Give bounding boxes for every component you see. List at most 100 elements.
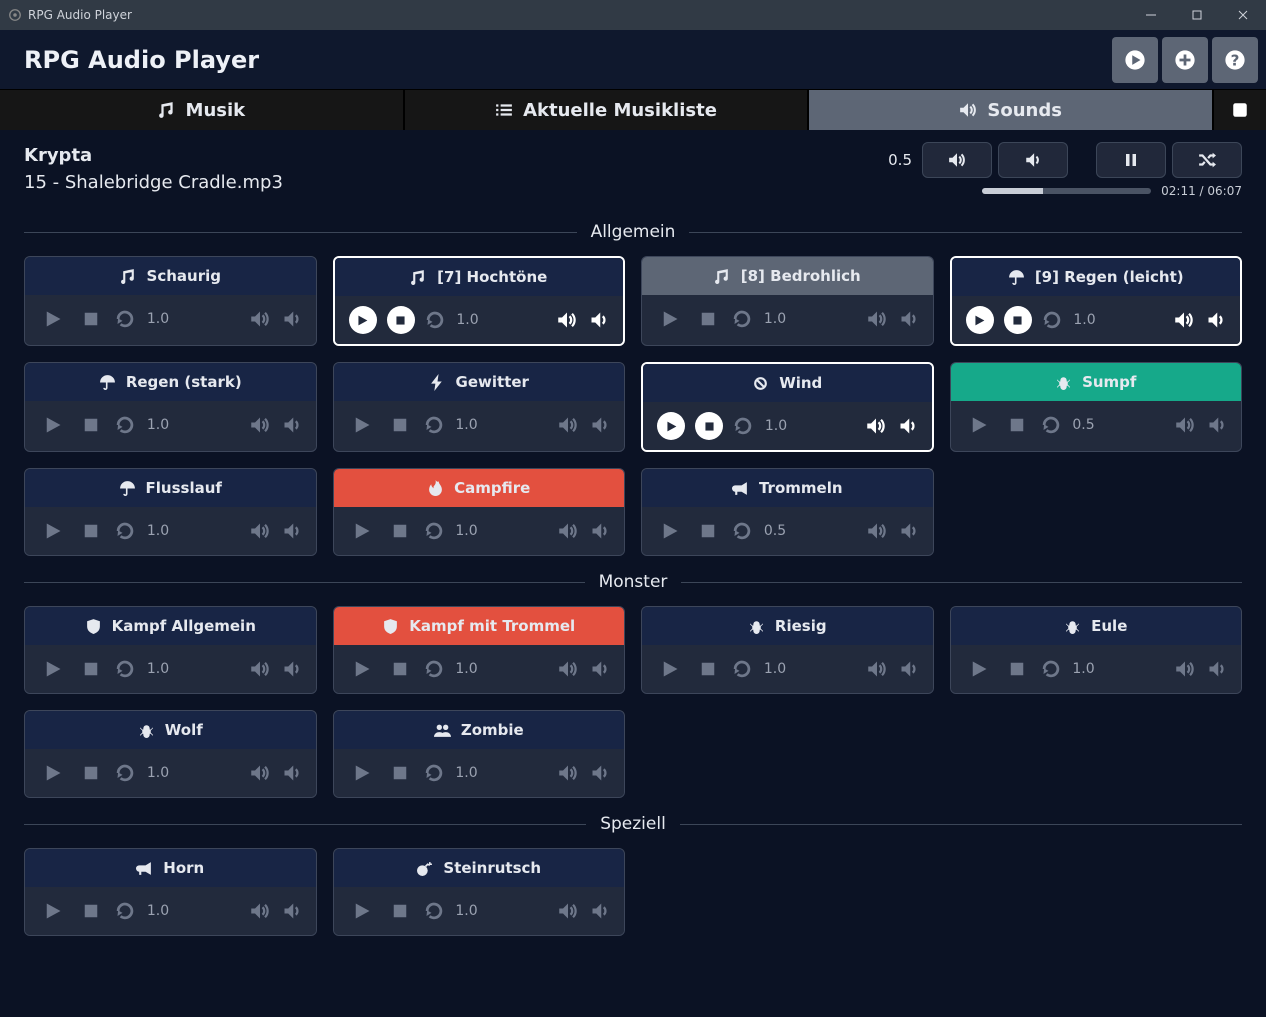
card-loop-button[interactable] <box>424 901 444 921</box>
card-play-button[interactable] <box>348 517 376 545</box>
card-play-button[interactable] <box>965 655 993 683</box>
card-loop-button[interactable] <box>424 763 444 783</box>
card-play-button[interactable] <box>656 517 684 545</box>
card-volume-up-button[interactable] <box>558 415 578 435</box>
card-volume-up-button[interactable] <box>1175 415 1195 435</box>
sound-card-header[interactable]: Kampf Allgemein <box>25 607 316 645</box>
sound-card-header[interactable]: [7] Hochtöne <box>335 258 624 296</box>
tab-playlist[interactable]: Aktuelle Musikliste <box>405 90 810 130</box>
card-volume-up-button[interactable] <box>557 310 577 330</box>
card-volume-up-button[interactable] <box>1174 310 1194 330</box>
card-play-button[interactable] <box>965 411 993 439</box>
sound-card-header[interactable]: Campfire <box>334 469 625 507</box>
card-loop-button[interactable] <box>424 659 444 679</box>
card-play-button[interactable] <box>349 306 377 334</box>
card-stop-button[interactable] <box>1003 655 1031 683</box>
tab-stop-all-button[interactable] <box>1214 90 1266 130</box>
card-volume-down-button[interactable] <box>899 659 919 679</box>
card-play-button[interactable] <box>348 655 376 683</box>
card-loop-button[interactable] <box>115 415 135 435</box>
sound-card-header[interactable]: Steinrutsch <box>334 849 625 887</box>
card-loop-button[interactable] <box>424 521 444 541</box>
sound-card-header[interactable]: [9] Regen (leicht) <box>952 258 1241 296</box>
card-volume-down-button[interactable] <box>899 309 919 329</box>
card-play-button[interactable] <box>656 655 684 683</box>
card-stop-button[interactable] <box>77 655 105 683</box>
card-play-button[interactable] <box>39 305 67 333</box>
card-volume-up-button[interactable] <box>250 415 270 435</box>
volume-up-button[interactable] <box>922 142 992 178</box>
sound-card-header[interactable]: Trommeln <box>642 469 933 507</box>
card-stop-button[interactable] <box>386 517 414 545</box>
card-volume-down-button[interactable] <box>1206 310 1226 330</box>
window-maximize-button[interactable] <box>1174 0 1220 30</box>
card-stop-button[interactable] <box>386 759 414 787</box>
card-stop-button[interactable] <box>77 411 105 439</box>
card-loop-button[interactable] <box>732 309 752 329</box>
volume-down-button[interactable] <box>998 142 1068 178</box>
tab-sounds[interactable]: Sounds <box>809 90 1214 130</box>
card-stop-button[interactable] <box>77 759 105 787</box>
card-play-button[interactable] <box>348 897 376 925</box>
card-loop-button[interactable] <box>1041 415 1061 435</box>
sound-card-header[interactable]: Wolf <box>25 711 316 749</box>
progress-bar[interactable] <box>982 188 1151 194</box>
card-stop-button[interactable] <box>695 412 723 440</box>
card-volume-down-button[interactable] <box>898 416 918 436</box>
card-loop-button[interactable] <box>732 521 752 541</box>
card-stop-button[interactable] <box>387 306 415 334</box>
card-stop-button[interactable] <box>77 305 105 333</box>
card-loop-button[interactable] <box>732 659 752 679</box>
card-volume-up-button[interactable] <box>558 659 578 679</box>
card-stop-button[interactable] <box>386 655 414 683</box>
header-play-button[interactable] <box>1112 37 1158 83</box>
card-volume-up-button[interactable] <box>867 659 887 679</box>
sound-card-header[interactable]: [8] Bedrohlich <box>642 257 933 295</box>
card-volume-down-button[interactable] <box>282 659 302 679</box>
card-loop-button[interactable] <box>425 310 445 330</box>
header-add-button[interactable] <box>1162 37 1208 83</box>
card-play-button[interactable] <box>39 411 67 439</box>
card-stop-button[interactable] <box>77 517 105 545</box>
card-stop-button[interactable] <box>77 897 105 925</box>
card-stop-button[interactable] <box>1004 306 1032 334</box>
sound-card-header[interactable]: Gewitter <box>334 363 625 401</box>
sound-card-header[interactable]: Wind <box>643 364 932 402</box>
card-volume-down-button[interactable] <box>282 521 302 541</box>
card-volume-up-button[interactable] <box>867 309 887 329</box>
card-volume-up-button[interactable] <box>558 901 578 921</box>
card-volume-up-button[interactable] <box>1175 659 1195 679</box>
sound-card-header[interactable]: Riesig <box>642 607 933 645</box>
card-volume-down-button[interactable] <box>282 901 302 921</box>
card-volume-up-button[interactable] <box>250 901 270 921</box>
card-volume-down-button[interactable] <box>589 310 609 330</box>
card-volume-down-button[interactable] <box>590 763 610 783</box>
sound-card-header[interactable]: Kampf mit Trommel <box>334 607 625 645</box>
card-volume-up-button[interactable] <box>558 763 578 783</box>
card-stop-button[interactable] <box>386 897 414 925</box>
sound-card-header[interactable]: Regen (stark) <box>25 363 316 401</box>
card-volume-up-button[interactable] <box>867 521 887 541</box>
card-play-button[interactable] <box>656 305 684 333</box>
card-volume-up-button[interactable] <box>866 416 886 436</box>
card-loop-button[interactable] <box>424 415 444 435</box>
card-volume-up-button[interactable] <box>558 521 578 541</box>
card-loop-button[interactable] <box>115 659 135 679</box>
card-loop-button[interactable] <box>1042 310 1062 330</box>
shuffle-button[interactable] <box>1172 142 1242 178</box>
pause-button[interactable] <box>1096 142 1166 178</box>
card-volume-down-button[interactable] <box>282 415 302 435</box>
card-stop-button[interactable] <box>386 411 414 439</box>
card-play-button[interactable] <box>39 655 67 683</box>
card-volume-down-button[interactable] <box>590 521 610 541</box>
card-volume-down-button[interactable] <box>899 521 919 541</box>
card-stop-button[interactable] <box>694 655 722 683</box>
sound-card-header[interactable]: Horn <box>25 849 316 887</box>
sound-card-header[interactable]: Schaurig <box>25 257 316 295</box>
card-volume-down-button[interactable] <box>282 763 302 783</box>
card-volume-down-button[interactable] <box>590 901 610 921</box>
card-loop-button[interactable] <box>733 416 753 436</box>
sound-card-header[interactable]: Zombie <box>334 711 625 749</box>
card-stop-button[interactable] <box>694 517 722 545</box>
card-volume-up-button[interactable] <box>250 659 270 679</box>
